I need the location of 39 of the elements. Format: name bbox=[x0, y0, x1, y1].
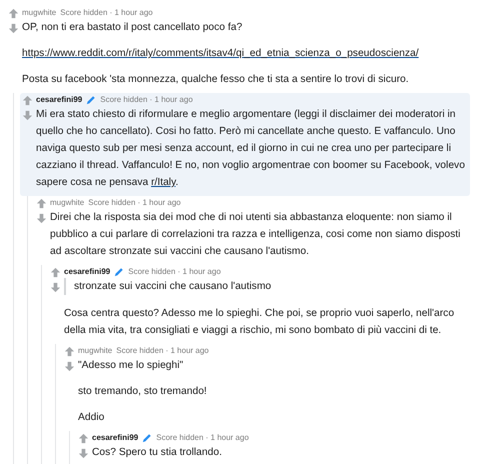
username[interactable]: cesarefini99 bbox=[64, 267, 110, 276]
username[interactable]: mugwhite bbox=[22, 8, 56, 17]
comment-meta: Score hidden · 1 hour ago bbox=[88, 198, 181, 207]
upvote-icon[interactable] bbox=[78, 433, 88, 444]
downvote-icon[interactable] bbox=[8, 23, 18, 34]
downvote-icon[interactable] bbox=[22, 110, 32, 121]
link[interactable]: r/Italy bbox=[151, 177, 176, 188]
username[interactable]: mugwhite bbox=[78, 346, 112, 355]
comment-text: Cos? Spero tu stia trollando. bbox=[92, 446, 223, 460]
comment-text: Cosa centra questo? Adesso me lo spieghi. Che poi, se proprio vuoi saperlo, nell'arco della mia vita, tra consigliati e viaggi a rischio, mi sono bombato di più vaccini di te. bbox=[64, 307, 456, 338]
link[interactable]: https://www.reddit.com/r/italy/comments/itsav4/qi_ed_etnia_scienza_o_pseudoscienza/ bbox=[22, 48, 419, 59]
comment-meta: Score hidden · 1 hour ago bbox=[100, 95, 193, 104]
comment-text: Mi era stato chiesto di riformulare e meglio argomentare (leggi il disclaimer dei moderatori in quello che ho cancellato). Cosi ho fatto. Però mi cancellate anche questo. E vaffanculo. Uno naviga questo sub per mesi senza account, ed il giorno in cui ne crea uno per partecipare li cazziano il thread. Vaffanculo! E no, non voglio argomentrae con boomer su Facebook, volevo sapere cosa ne pensava r/Italy. bbox=[36, 108, 466, 190]
pencil-icon bbox=[86, 94, 96, 104]
comment-text: Direi che la risposta sia dei mod che di noi utenti sia abbastanza eloquente: non siamo il pubblico a cui parlare di correlazioni tra razza e intelligenza, cosi come non siamo disposti ad ascoltare stronzate sui vaccini che causano l'autismo. bbox=[50, 211, 462, 259]
downvote-icon[interactable] bbox=[50, 282, 60, 293]
comment-text: OP, non ti era bastato il post cancellato poco fa? bbox=[22, 21, 244, 35]
username[interactable]: cesarefini99 bbox=[92, 433, 138, 442]
comment-meta: Score hidden · 1 hour ago bbox=[156, 433, 249, 442]
upvote-icon[interactable] bbox=[64, 346, 74, 357]
comment-meta: Score hidden · 1 hour ago bbox=[116, 346, 209, 355]
upvote-icon[interactable] bbox=[22, 95, 32, 106]
comment-text: sto tremando, sto tremando! bbox=[78, 385, 208, 399]
upvote-icon[interactable] bbox=[50, 267, 60, 278]
comment-text: Addio bbox=[78, 411, 106, 425]
pencil-icon bbox=[114, 266, 124, 276]
downvote-icon[interactable] bbox=[64, 361, 74, 372]
upvote-icon[interactable] bbox=[36, 198, 46, 209]
comment-meta: Score hidden · 1 hour ago bbox=[60, 8, 153, 17]
username[interactable]: cesarefini99 bbox=[36, 95, 82, 104]
upvote-icon[interactable] bbox=[8, 8, 18, 19]
pencil-icon bbox=[142, 432, 152, 442]
downvote-icon[interactable] bbox=[36, 213, 46, 224]
downvote-icon[interactable] bbox=[78, 448, 88, 459]
username[interactable]: mugwhite bbox=[50, 198, 84, 207]
comment-text: "Adesso me lo spieghi" bbox=[78, 359, 184, 373]
quote-text: stronzate sui vaccini che causano l'autismo bbox=[64, 278, 466, 295]
comment-text: Posta su facebook 'sta monnezza, qualche fesso che ti sta a sentire lo trovi di sicuro. bbox=[22, 73, 410, 87]
comment-meta: Score hidden · 1 hour ago bbox=[128, 267, 221, 276]
